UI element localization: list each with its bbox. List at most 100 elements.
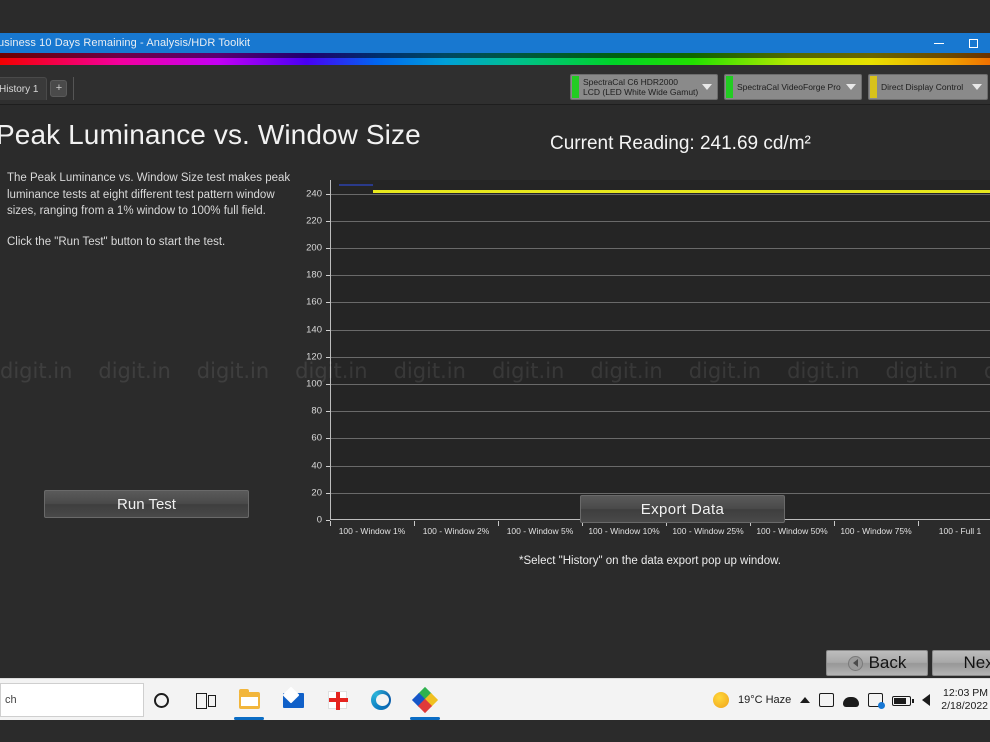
pattern-source-text: SpectraCal VideoForge Pro <box>737 76 842 98</box>
chart-x-tick-mark <box>330 521 331 526</box>
meter-device-text: SpectraCal C6 HDR2000 LCD (LED White Wid… <box>583 76 698 98</box>
chart-gridline <box>331 329 990 331</box>
weather-icon <box>712 692 729 708</box>
file-explorer-icon[interactable] <box>234 688 264 720</box>
chevron-down-icon <box>972 84 982 90</box>
chart-y-tick-label: 200 <box>306 242 322 254</box>
chart-y-tick-label: 0 <box>316 514 322 526</box>
maximize-button[interactable] <box>956 33 990 53</box>
chart-x-tick-label: 100 - Window 50% <box>756 526 828 536</box>
chart-y-tick-mark <box>326 302 330 304</box>
battery-icon[interactable] <box>892 696 915 706</box>
chart-x-tick-label: 100 - Window 10% <box>588 526 660 536</box>
mail-icon[interactable] <box>282 689 304 711</box>
taskbar-search-input[interactable]: ch <box>0 683 144 717</box>
display-control-dropdown[interactable]: Direct Display Control <box>868 74 988 100</box>
meter-device-line1: SpectraCal C6 HDR2000 <box>583 77 678 87</box>
chart-x-tick-mark <box>498 521 499 526</box>
display-control-status-indicator <box>870 76 877 98</box>
title-bar: usiness 10 Days Remaining - Analysis/HDR… <box>0 33 990 53</box>
chart-x-tick-label: 100 - Window 2% <box>422 526 490 536</box>
onedrive-icon[interactable] <box>868 693 886 709</box>
page-title: Peak Luminance vs. Window Size <box>0 119 421 150</box>
chart-series-stub <box>339 184 373 187</box>
chart-y-tick-label: 140 <box>306 324 322 336</box>
meter-device-dropdown[interactable]: SpectraCal C6 HDR2000 LCD (LED White Wid… <box>570 74 718 100</box>
chart-gridline <box>331 302 990 304</box>
chart-y-tick-mark <box>326 193 330 195</box>
chart-gridline <box>331 220 990 222</box>
application-window: usiness 10 Days Remaining - Analysis/HDR… <box>0 0 990 742</box>
microsoft-store-icon[interactable] <box>326 689 348 711</box>
chart-x-tick-mark <box>414 521 415 526</box>
chart-x-tick-label: 100 - Full 1 <box>938 526 982 536</box>
chart-gridline <box>331 492 990 494</box>
test-description: The Peak Luminance vs. Window Size test … <box>7 170 297 250</box>
chevron-down-icon <box>702 84 712 90</box>
windows-taskbar: ch 19°C Haze 12:03 PM 2/18/2022 <box>0 678 990 720</box>
chart-gridline <box>331 356 990 358</box>
pattern-source-status-indicator <box>726 76 733 98</box>
display-control-line1: Direct Display Control <box>881 82 964 92</box>
chart-gridline <box>331 411 990 413</box>
tab-separator <box>73 77 75 100</box>
display-icon[interactable] <box>819 693 835 707</box>
taskbar-search-value: ch <box>5 694 17 706</box>
chart-y-tick-mark <box>326 411 330 413</box>
chart-y-tick-mark <box>326 384 330 385</box>
meter-device-line2: LCD (LED White Wide Gamut) <box>583 87 698 97</box>
device-selectors: SpectraCal C6 HDR2000 LCD (LED White Wid… <box>570 74 988 100</box>
navigation-buttons: Back Next <box>826 650 990 676</box>
next-button[interactable]: Next <box>932 650 990 676</box>
window-controls <box>922 33 990 53</box>
chart-y-tick-mark <box>326 329 330 331</box>
back-arrow-icon <box>847 655 863 671</box>
chart-x-tick-mark <box>834 521 835 526</box>
test-description-paragraph-1: The Peak Luminance vs. Window Size test … <box>7 172 291 217</box>
chart-y-tick-label: 40 <box>311 460 322 472</box>
chart-gridline <box>331 248 990 249</box>
clock[interactable]: 12:03 PM 2/18/2022 <box>941 687 988 713</box>
taskbar-icons <box>150 679 440 721</box>
cloud-icon[interactable] <box>843 696 860 707</box>
export-data-button[interactable]: Export Data <box>580 495 785 523</box>
chart-y-tick-label: 180 <box>306 269 322 281</box>
chart-x-tick-label: 100 - Window 75% <box>840 526 912 536</box>
chart-y-tick-label: 220 <box>306 215 322 227</box>
minimize-button[interactable] <box>922 33 956 53</box>
pattern-source-dropdown-arrow[interactable] <box>842 76 860 98</box>
chart-y-tick-mark <box>326 220 330 222</box>
chart-y-tick-mark <box>326 356 330 358</box>
chart-x-tick-label: 100 - Window 25% <box>672 526 744 536</box>
add-tab-button[interactable]: + <box>50 80 68 97</box>
chart-y-tick-label: 100 <box>306 378 322 390</box>
chart-plot-area <box>330 180 990 520</box>
chart-gridline <box>331 384 990 385</box>
main-content: Peak Luminance vs. Window Size The Peak … <box>0 105 990 675</box>
weather-text[interactable]: 19°C Haze <box>738 694 791 706</box>
cortana-icon[interactable] <box>150 689 172 711</box>
calman-app-icon[interactable] <box>410 686 440 720</box>
run-test-button[interactable]: Run Test <box>44 490 249 518</box>
task-view-icon[interactable] <box>194 689 216 711</box>
chart-y-tick-mark <box>326 492 330 494</box>
next-button-label: Next <box>963 653 990 672</box>
tab-history-1-label: History 1 <box>0 83 39 95</box>
export-note: *Select "History" on the data export pop… <box>519 555 781 567</box>
chart-series-line <box>373 190 990 194</box>
show-hidden-icons-icon[interactable] <box>800 697 811 703</box>
clock-date: 2/18/2022 <box>941 700 988 712</box>
chart-x-tick-label: 100 - Window 1% <box>338 526 406 536</box>
volume-icon[interactable] <box>922 694 931 706</box>
pattern-source-dropdown[interactable]: SpectraCal VideoForge Pro <box>724 74 862 100</box>
meter-dropdown-arrow[interactable] <box>698 76 716 98</box>
chart-x-tick-label: 100 - Window 5% <box>506 526 574 536</box>
chart-y-tick-label: 240 <box>306 188 322 200</box>
window-title: usiness 10 Days Remaining - Analysis/HDR… <box>0 37 251 49</box>
back-button[interactable]: Back <box>826 650 928 676</box>
display-control-dropdown-arrow[interactable] <box>968 76 986 98</box>
edge-browser-icon[interactable] <box>370 689 392 711</box>
gradient-shadow-overlay <box>0 53 990 58</box>
tab-history-1[interactable]: History 1 <box>0 77 48 100</box>
maximize-icon <box>968 38 978 48</box>
